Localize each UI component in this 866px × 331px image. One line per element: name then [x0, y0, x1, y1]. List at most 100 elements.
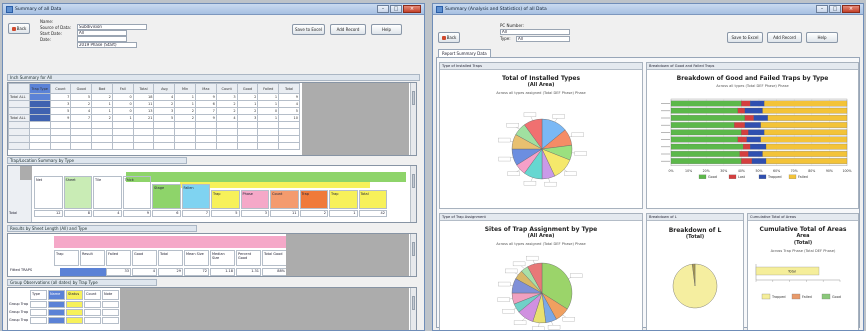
- grid-scrollbar[interactable]: [410, 83, 416, 155]
- column-header: Sheet: [63, 176, 92, 209]
- minimize-button[interactable]: –: [377, 5, 389, 13]
- table-cell: [91, 142, 113, 150]
- date-field[interactable]: 2019 Phase (Start): [77, 42, 137, 48]
- table-cell: 4: [70, 107, 93, 115]
- column-header: Tile: [93, 176, 122, 209]
- add-record-button[interactable]: Add Record: [330, 24, 366, 35]
- pie-data-label: [532, 326, 545, 330]
- column-header: Stage: [152, 184, 181, 209]
- table-cell: [174, 128, 197, 136]
- help-button[interactable]: Help: [806, 32, 838, 43]
- column-header: Trap: [211, 190, 240, 209]
- add-record-label: Add Record: [773, 35, 796, 40]
- table-cell: [278, 135, 300, 143]
- grid-empty-area: [302, 83, 409, 155]
- chart-note: Across all types assigned (Total DEF Pha…: [496, 91, 586, 95]
- table-cell: 33: [106, 268, 131, 276]
- table-cell: 2: [174, 107, 197, 115]
- column-header: Good: [236, 83, 259, 94]
- back-button[interactable]: Back: [438, 32, 460, 43]
- table-row: [8, 128, 300, 136]
- bar-segment: [744, 107, 763, 114]
- table-cell: 7: [49, 93, 72, 101]
- save-excel-label: Save to Excel: [295, 27, 322, 32]
- column-header: Avg: [153, 83, 176, 94]
- grid-scrollbar[interactable]: [410, 288, 416, 330]
- chart-subtitle-total: (Total): [793, 240, 813, 246]
- table-row: Total ALL 7 5 2 0 18 4 1 9 3 2 1 9: [8, 93, 300, 101]
- chart-note: Across all types assigned (Total DEF Pha…: [496, 242, 586, 246]
- window-title: Summary of all Data: [15, 7, 62, 12]
- table-cell: [84, 317, 101, 324]
- bar-segment: [737, 107, 746, 114]
- column-header: Failed: [257, 83, 280, 94]
- table-cell: [28, 93, 51, 101]
- maximize-button[interactable]: □: [390, 5, 402, 13]
- table-cell: 2: [236, 107, 259, 115]
- close-button[interactable]: ×: [842, 5, 860, 13]
- table-cell: 1.18: [210, 268, 235, 276]
- tab-report-summary[interactable]: Report Summary Data: [438, 49, 491, 57]
- good-failed-stacked-bar-chart: 0% 10% 20% 30% 40% 50% 60% 70% 80% 90% 100% Good Los…: [661, 98, 852, 179]
- back-icon: [11, 27, 16, 31]
- table-cell: [111, 142, 134, 150]
- x-tick-label: 80%: [808, 169, 815, 173]
- trap-location-grid: Net 12 Sheet 8 Tile 4 Thick 9 Stage 6 Fallen 7 Trap 5…: [7, 165, 417, 223]
- table-cell: 11: [270, 210, 299, 217]
- bar-segment: [670, 158, 742, 164]
- back-button[interactable]: Back: [8, 23, 30, 34]
- pc-number-label: PC Number:: [500, 23, 524, 28]
- table-cell: [66, 317, 83, 324]
- x-tick-label: 70%: [791, 169, 798, 173]
- table-cell: 4: [93, 210, 122, 217]
- trap-location-table: Net 12 Sheet 8 Tile 4 Thick 9 Stage 6 Fallen 7 Trap 5…: [8, 166, 409, 222]
- bar-segment: [739, 151, 749, 157]
- bar-segment: [670, 151, 740, 157]
- bar-segment: [762, 107, 848, 114]
- pie-data-label: [505, 268, 518, 274]
- row-header: Fitted TRAPS: [10, 268, 33, 272]
- table-cell: 2: [153, 100, 176, 108]
- add-record-button[interactable]: Add Record: [767, 32, 802, 43]
- legend-swatch: [761, 293, 771, 300]
- column-header: Net: [34, 176, 63, 209]
- table-cell: 8: [63, 210, 92, 217]
- row-header: [8, 135, 30, 143]
- chart-title: Total of Installed Types: [501, 75, 581, 82]
- close-button[interactable]: ×: [403, 5, 421, 13]
- grid-scrollbar[interactable]: [410, 166, 416, 222]
- x-tick-label: 30%: [720, 169, 727, 173]
- table-cell: 3: [49, 100, 72, 108]
- bar-segment: [670, 129, 742, 136]
- table-cell: 1: [236, 100, 259, 108]
- help-button[interactable]: Help: [371, 24, 402, 35]
- table-cell: 4: [132, 268, 157, 276]
- legend-swatch: [821, 293, 831, 300]
- save-excel-button[interactable]: Save to Excel: [727, 32, 763, 43]
- table-cell: [257, 142, 280, 150]
- x-tick-label: 90%: [826, 169, 833, 173]
- table-row: [8, 142, 300, 150]
- pc-number-field[interactable]: All: [500, 29, 570, 35]
- grid-scrollbar[interactable]: [410, 234, 416, 276]
- chart-title: Breakdown of L: [668, 227, 722, 234]
- bar-segment: [748, 129, 765, 136]
- minimize-button[interactable]: –: [816, 5, 828, 13]
- help-label: Help: [817, 35, 827, 40]
- column-header: Thick: [122, 176, 151, 209]
- column-header: Count: [84, 290, 101, 300]
- bar-segment: [670, 122, 735, 128]
- row-header: Total ALL: [8, 93, 30, 101]
- maximize-button[interactable]: □: [829, 5, 841, 13]
- chart-subtitle: Area: [796, 233, 810, 239]
- chart-title: Sites of Trap Assignment by Type: [484, 226, 598, 233]
- chart-title: Breakdown of Good and Failed Traps by Ty…: [676, 75, 829, 82]
- table-cell: [102, 309, 119, 316]
- table-cell: 88%: [262, 268, 287, 276]
- table-cell: [195, 142, 217, 150]
- legend-swatch: [788, 174, 797, 179]
- save-excel-button[interactable]: Save to Excel: [292, 24, 325, 35]
- type-field[interactable]: All: [516, 36, 570, 42]
- column-header: Total: [278, 83, 300, 94]
- column-header: Total: [358, 190, 387, 209]
